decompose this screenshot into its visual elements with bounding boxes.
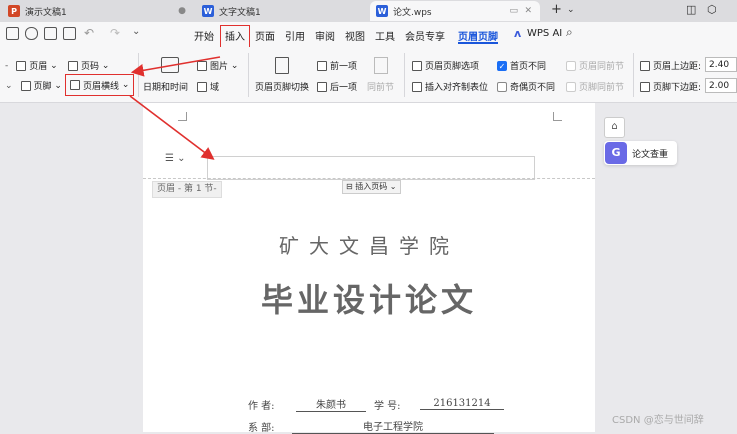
arrow-to-header-area xyxy=(129,95,215,160)
arrow-to-header-line xyxy=(130,56,221,77)
annotation-arrows xyxy=(129,56,221,160)
